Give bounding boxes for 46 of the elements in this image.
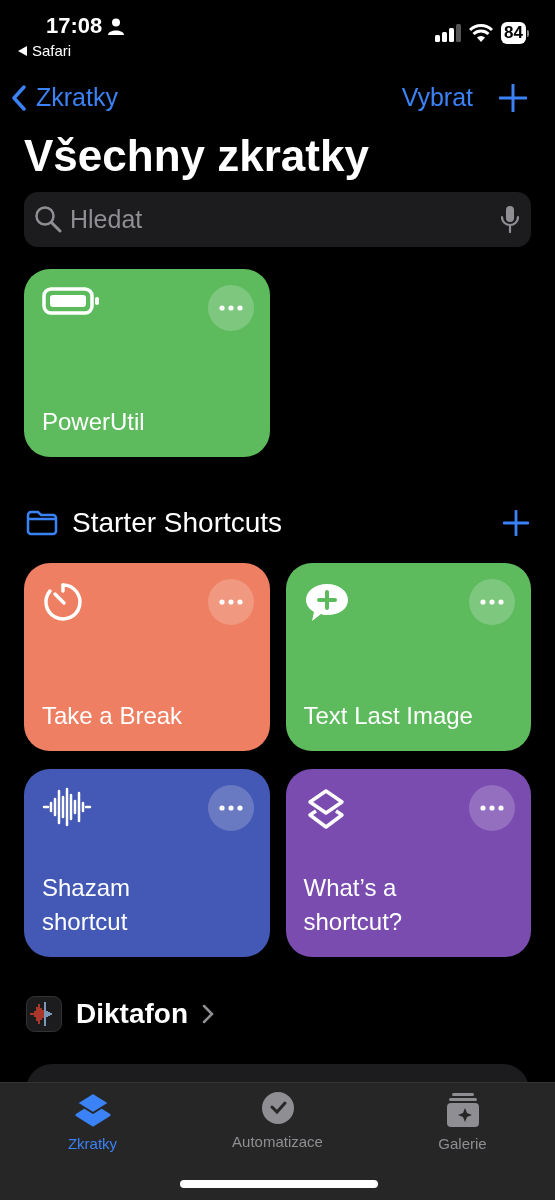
battery-icon [42,287,100,315]
gallery-stack-icon [444,1091,481,1129]
back-app-link[interactable]: Safari [32,42,72,60]
chevron-left-icon [12,85,26,111]
shortcut-name: Shazam shortcut [42,873,132,937]
status-time: 17:08 [46,12,103,40]
more-button[interactable] [469,785,515,831]
more-icon [218,805,243,811]
chevron-right-icon [202,1004,214,1024]
folder-title: Starter Shortcuts [72,506,283,540]
back-triangle-icon [18,46,28,56]
more-icon [480,599,504,605]
select-button[interactable]: Vybrat [401,79,473,117]
add-icon[interactable] [503,510,529,536]
more-button[interactable] [207,579,254,625]
layers-icon [74,1091,111,1129]
shortcut-card[interactable]: What’s a shortcut? [285,769,531,957]
back-button[interactable]: Zkratky [12,79,118,117]
more-button[interactable] [207,785,254,831]
more-icon [218,599,243,605]
search-field[interactable]: Hledat [24,192,531,247]
shortcut-name: Text Last Image [303,701,474,731]
voice-memo-app-icon [26,996,62,1032]
tab-item[interactable]: Zkratky [22,1091,163,1200]
timer-icon [42,581,84,623]
message-plus-icon [303,581,350,623]
add-icon[interactable] [499,84,527,112]
tab-item[interactable]: Galerie [392,1091,533,1200]
battery-indicator: 84 [501,22,526,44]
folder-icon [26,510,58,536]
person-icon [108,17,125,35]
waveform-icon [42,787,92,827]
wifi-icon [469,24,494,42]
shortcut-name: PowerUtil [42,407,146,437]
shortcut-name: What’s a shortcut? [303,873,404,937]
clock-check-icon [259,1091,296,1127]
more-icon [218,305,243,311]
shortcut-card[interactable]: Shazam shortcut [24,769,270,957]
search-icon [34,205,62,233]
signal-icon [435,24,462,42]
page-title: Všechny zkratky [23,130,370,182]
microphone-icon [501,205,519,233]
app-section-link[interactable]: Diktafon [76,993,188,1035]
tab-item[interactable]: Automatizace [207,1091,348,1200]
shortcut-name: Take a Break [42,701,184,731]
more-icon [480,805,504,811]
